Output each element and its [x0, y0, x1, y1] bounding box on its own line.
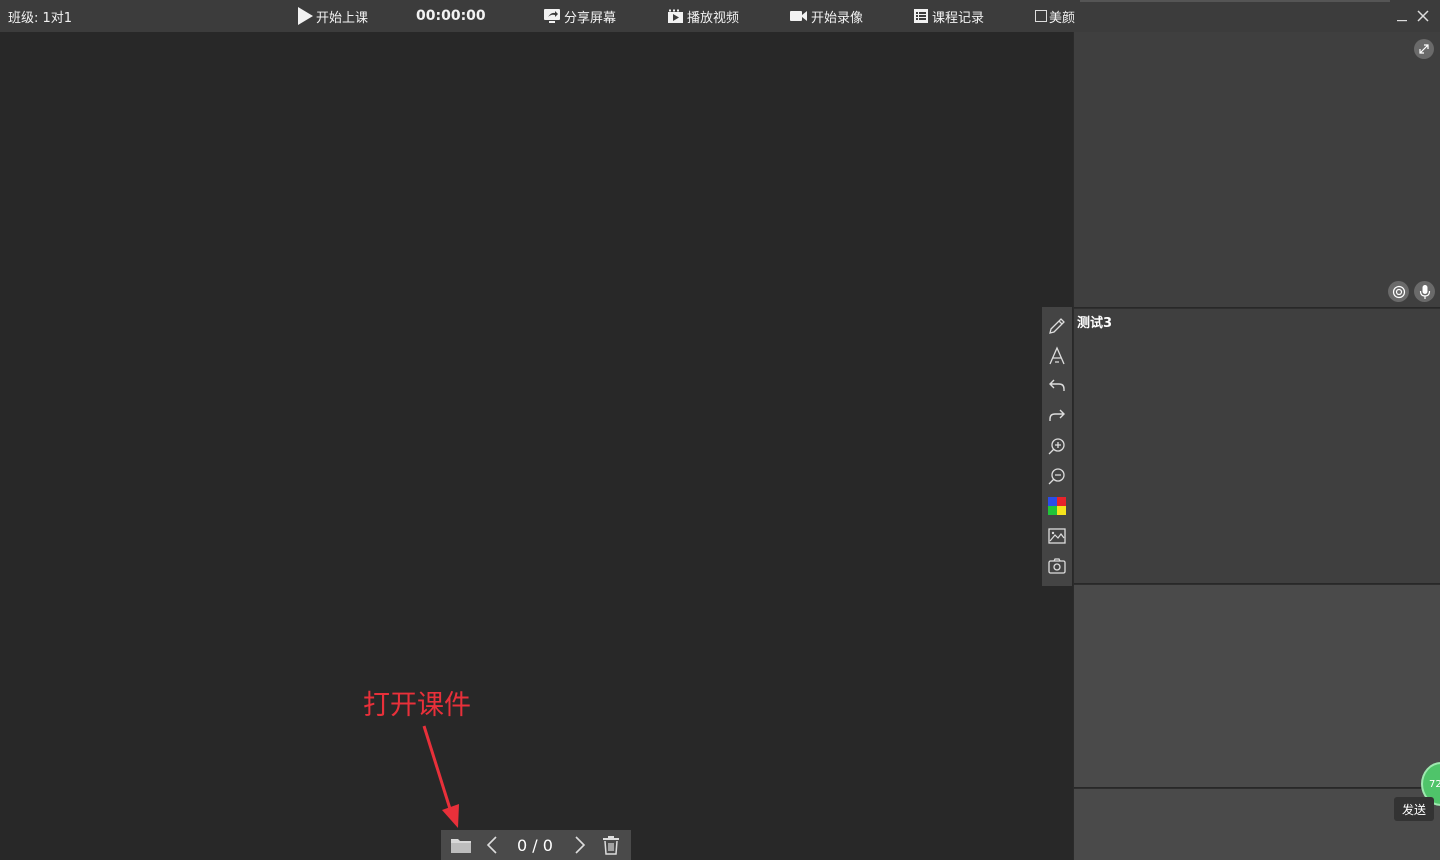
top-toolbar: 班级: 1对1 开始上课 00:00:00 分享屏幕 播放视频 开始录像 课程记… [0, 0, 1440, 32]
chat-footer [1073, 788, 1440, 860]
zoom-in-icon [1048, 438, 1065, 455]
play-icon [297, 7, 313, 25]
pencil-icon [1049, 318, 1065, 334]
screenshot-tool[interactable] [1042, 551, 1072, 581]
delete-page-button[interactable] [599, 830, 623, 860]
minimize-button[interactable] [1396, 0, 1408, 32]
color-palette-icon [1048, 497, 1066, 515]
microphone-icon [1419, 284, 1430, 299]
page-counter: 0 / 0 [517, 835, 553, 855]
video-panel [1073, 32, 1440, 307]
text-tool[interactable] [1042, 341, 1072, 371]
color-tool[interactable] [1042, 491, 1072, 521]
expand-video-button[interactable] [1414, 39, 1434, 59]
video-camera-icon [789, 9, 808, 23]
send-button[interactable]: 发送 [1394, 797, 1434, 821]
redo-tool[interactable] [1042, 401, 1072, 431]
start-record-label: 开始录像 [811, 10, 864, 26]
mic-toggle-button[interactable] [1414, 281, 1435, 302]
list-icon [913, 8, 929, 24]
topbar-divider [1080, 0, 1390, 2]
text-icon [1049, 346, 1065, 365]
expand-icon [1419, 44, 1429, 54]
start-class-button[interactable]: 开始上课 [297, 0, 368, 32]
beauty-label: 美颜 [1049, 10, 1076, 26]
chat-panel [1073, 308, 1440, 583]
class-label: 班级: 1对1 [8, 10, 73, 26]
share-screen-label: 分享屏幕 [564, 10, 617, 26]
close-button[interactable] [1416, 0, 1430, 32]
chevron-left-icon [486, 836, 497, 854]
undo-icon [1049, 379, 1065, 391]
undo-tool[interactable] [1042, 371, 1072, 401]
chat-input-area[interactable] [1073, 584, 1440, 787]
zoom-out-icon [1048, 468, 1065, 485]
class-timer: 00:00:00 [416, 8, 486, 24]
checkbox-box[interactable] [1035, 10, 1047, 22]
course-log-button[interactable]: 课程记录 [913, 0, 984, 32]
zoom-in-tool[interactable] [1042, 431, 1072, 461]
start-record-button[interactable]: 开始录像 [789, 0, 863, 32]
annotation-label: 打开课件 [363, 690, 471, 721]
page-navigator: 0 / 0 [441, 830, 631, 860]
pencil-tool[interactable] [1042, 311, 1072, 341]
beauty-checkbox[interactable]: 美颜 [1035, 0, 1075, 32]
start-class-label: 开始上课 [316, 10, 369, 26]
prev-page-button[interactable] [483, 830, 501, 860]
trash-icon [603, 836, 619, 855]
camera-icon [1048, 558, 1066, 574]
zoom-out-tool[interactable] [1042, 461, 1072, 491]
whiteboard-canvas[interactable] [0, 32, 1073, 860]
camera-toggle-button[interactable] [1388, 281, 1409, 302]
close-icon [1417, 10, 1429, 22]
image-icon [1048, 528, 1066, 544]
next-page-button[interactable] [571, 830, 589, 860]
folder-icon [451, 839, 471, 853]
chevron-right-icon [575, 836, 586, 854]
image-tool[interactable] [1042, 521, 1072, 551]
course-log-label: 课程记录 [932, 10, 985, 26]
webcam-icon [1392, 285, 1405, 298]
annotation-arrow-icon [422, 725, 459, 828]
share-screen-button[interactable]: 分享屏幕 [543, 0, 616, 32]
open-courseware-button[interactable] [449, 830, 473, 860]
panel-divider [1073, 32, 1074, 860]
play-video-button[interactable]: 播放视频 [667, 0, 739, 32]
video-clip-icon [667, 8, 684, 24]
drawing-toolbar [1042, 307, 1072, 586]
share-screen-icon [543, 8, 561, 24]
play-video-label: 播放视频 [687, 10, 740, 26]
minimize-icon [1397, 20, 1407, 22]
chat-username: 测试3 [1077, 316, 1113, 331]
redo-icon [1049, 409, 1065, 421]
